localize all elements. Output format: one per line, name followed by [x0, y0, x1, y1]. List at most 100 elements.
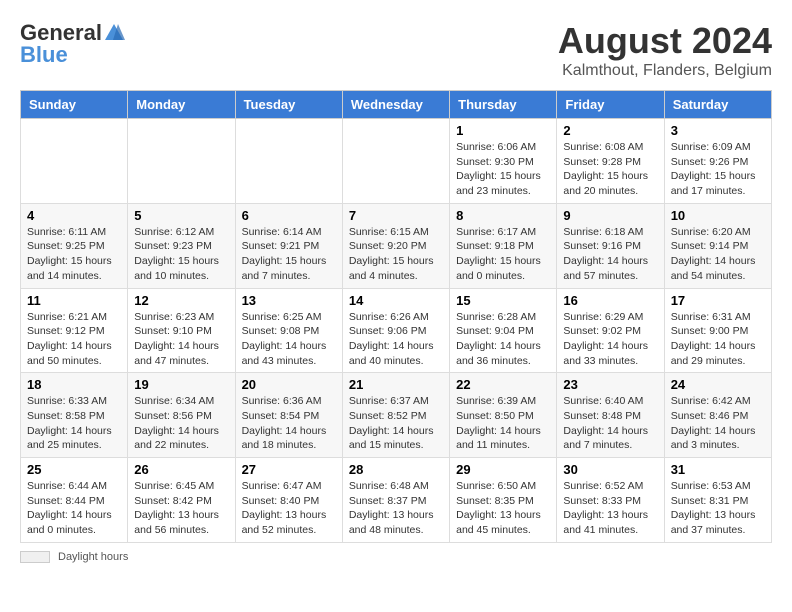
header-sunday: Sunday — [21, 91, 128, 119]
day-number: 21 — [349, 377, 443, 392]
day-number: 18 — [27, 377, 121, 392]
day-info: Sunrise: 6:39 AM Sunset: 8:50 PM Dayligh… — [456, 394, 550, 453]
calendar-cell — [342, 119, 449, 204]
calendar-cell: 22 Sunrise: 6:39 AM Sunset: 8:50 PM Dayli… — [450, 373, 557, 458]
day-info: Sunrise: 6:36 AM Sunset: 8:54 PM Dayligh… — [242, 394, 336, 453]
day-info: Sunrise: 6:25 AM Sunset: 9:08 PM Dayligh… — [242, 310, 336, 369]
day-number: 1 — [456, 123, 550, 138]
day-info: Sunrise: 6:11 AM Sunset: 9:25 PM Dayligh… — [27, 225, 121, 284]
day-info: Sunrise: 6:06 AM Sunset: 9:30 PM Dayligh… — [456, 140, 550, 199]
calendar-cell: 21Sunrise: 6:37 AM Sunset: 8:52 PM Dayli… — [342, 373, 449, 458]
day-info: Sunrise: 6:40 AM Sunset: 8:48 PM Dayligh… — [563, 394, 657, 453]
calendar-cell: 25 Sunrise: 6:44 AM Sunset: 8:44 PM Dayli… — [21, 458, 128, 543]
day-info: Sunrise: 6:18 AM Sunset: 9:16 PM Dayligh… — [563, 225, 657, 284]
day-number: 26 — [134, 462, 228, 477]
calendar-cell: 7 Sunrise: 6:15 AM Sunset: 9:20 PM Daylig… — [342, 203, 449, 288]
day-info: Sunrise: 6:08 AM Sunset: 9:28 PM Dayligh… — [563, 140, 657, 199]
day-info: Sunrise: 6:14 AM Sunset: 9:21 PM Dayligh… — [242, 225, 336, 284]
day-number: 7 — [349, 208, 443, 223]
day-number: 13 — [242, 293, 336, 308]
day-number: 20 — [242, 377, 336, 392]
day-info: Sunrise: 6:44 AM Sunset: 8:44 PM Dayligh… — [27, 479, 121, 538]
calendar-cell: 23 Sunrise: 6:40 AM Sunset: 8:48 PM Dayli… — [557, 373, 664, 458]
day-number: 17 — [671, 293, 765, 308]
header-tuesday: Tuesday — [235, 91, 342, 119]
calendar-cell: 28 Sunrise: 6:48 AM Sunset: 8:37 PM Dayli… — [342, 458, 449, 543]
day-info: Sunrise: 6:42 AM Sunset: 8:46 PM Dayligh… — [671, 394, 765, 453]
day-info: Sunrise: 6:47 AM Sunset: 8:40 PM Dayligh… — [242, 479, 336, 538]
day-info: Sunrise: 6:21 AM Sunset: 9:12 PM Dayligh… — [27, 310, 121, 369]
day-number: 9 — [563, 208, 657, 223]
day-number: 31 — [671, 462, 765, 477]
day-number: 3 — [671, 123, 765, 138]
day-number: 6 — [242, 208, 336, 223]
footer-note: Daylight hours — [20, 551, 772, 563]
calendar-cell: 20 Sunrise: 6:36 AM Sunset: 8:54 PM Dayli… — [235, 373, 342, 458]
calendar-cell — [128, 119, 235, 204]
day-info: Sunrise: 6:34 AM Sunset: 8:56 PM Dayligh… — [134, 394, 228, 453]
calendar-cell: 11Sunrise: 6:21 AM Sunset: 9:12 PM Dayli… — [21, 288, 128, 373]
day-number: 29 — [456, 462, 550, 477]
week-row-2: 11Sunrise: 6:21 AM Sunset: 9:12 PM Dayli… — [21, 288, 772, 373]
calendar-cell: 18 Sunrise: 6:33 AM Sunset: 8:58 PM Dayli… — [21, 373, 128, 458]
calendar-cell: 30 Sunrise: 6:52 AM Sunset: 8:33 PM Dayli… — [557, 458, 664, 543]
day-number: 28 — [349, 462, 443, 477]
day-info: Sunrise: 6:31 AM Sunset: 9:00 PM Dayligh… — [671, 310, 765, 369]
page-header: General Blue August 2024 Kalmthout, Flan… — [20, 20, 772, 80]
day-number: 10 — [671, 208, 765, 223]
calendar-cell — [21, 119, 128, 204]
day-info: Sunrise: 6:15 AM Sunset: 9:20 PM Dayligh… — [349, 225, 443, 284]
calendar-cell: 9 Sunrise: 6:18 AM Sunset: 9:16 PM Daylig… — [557, 203, 664, 288]
title-area: August 2024 Kalmthout, Flanders, Belgium — [558, 20, 772, 80]
day-number: 23 — [563, 377, 657, 392]
day-info: Sunrise: 6:20 AM Sunset: 9:14 PM Dayligh… — [671, 225, 765, 284]
calendar-cell: 8 Sunrise: 6:17 AM Sunset: 9:18 PM Daylig… — [450, 203, 557, 288]
calendar-cell: 17 Sunrise: 6:31 AM Sunset: 9:00 PM Dayli… — [664, 288, 771, 373]
day-number: 4 — [27, 208, 121, 223]
day-number: 25 — [27, 462, 121, 477]
daylight-label: Daylight hours — [58, 551, 128, 563]
day-number: 8 — [456, 208, 550, 223]
week-row-4: 25 Sunrise: 6:44 AM Sunset: 8:44 PM Dayli… — [21, 458, 772, 543]
main-title: August 2024 — [558, 20, 772, 62]
calendar-header-row: SundayMondayTuesdayWednesdayThursdayFrid… — [21, 91, 772, 119]
calendar-cell: 29Sunrise: 6:50 AM Sunset: 8:35 PM Dayli… — [450, 458, 557, 543]
calendar-cell: 6 Sunrise: 6:14 AM Sunset: 9:21 PM Daylig… — [235, 203, 342, 288]
header-wednesday: Wednesday — [342, 91, 449, 119]
daylight-swatch — [20, 551, 50, 563]
calendar-cell: 5Sunrise: 6:12 AM Sunset: 9:23 PM Daylig… — [128, 203, 235, 288]
day-number: 12 — [134, 293, 228, 308]
calendar-table: SundayMondayTuesdayWednesdayThursdayFrid… — [20, 90, 772, 543]
calendar-cell: 26Sunrise: 6:45 AM Sunset: 8:42 PM Dayli… — [128, 458, 235, 543]
day-number: 2 — [563, 123, 657, 138]
day-info: Sunrise: 6:26 AM Sunset: 9:06 PM Dayligh… — [349, 310, 443, 369]
calendar-cell: 19 Sunrise: 6:34 AM Sunset: 8:56 PM Dayli… — [128, 373, 235, 458]
day-number: 16 — [563, 293, 657, 308]
logo: General Blue — [20, 20, 125, 68]
day-number: 19 — [134, 377, 228, 392]
day-info: Sunrise: 6:29 AM Sunset: 9:02 PM Dayligh… — [563, 310, 657, 369]
header-monday: Monday — [128, 91, 235, 119]
day-info: Sunrise: 6:33 AM Sunset: 8:58 PM Dayligh… — [27, 394, 121, 453]
calendar-cell: 14 Sunrise: 6:26 AM Sunset: 9:06 PM Dayli… — [342, 288, 449, 373]
day-number: 22 — [456, 377, 550, 392]
week-row-0: 1 Sunrise: 6:06 AM Sunset: 9:30 PM Daylig… — [21, 119, 772, 204]
day-info: Sunrise: 6:17 AM Sunset: 9:18 PM Dayligh… — [456, 225, 550, 284]
week-row-3: 18 Sunrise: 6:33 AM Sunset: 8:58 PM Dayli… — [21, 373, 772, 458]
logo-blue: Blue — [20, 42, 68, 68]
day-info: Sunrise: 6:23 AM Sunset: 9:10 PM Dayligh… — [134, 310, 228, 369]
day-info: Sunrise: 6:48 AM Sunset: 8:37 PM Dayligh… — [349, 479, 443, 538]
day-number: 14 — [349, 293, 443, 308]
header-saturday: Saturday — [664, 91, 771, 119]
calendar-cell: 15Sunrise: 6:28 AM Sunset: 9:04 PM Dayli… — [450, 288, 557, 373]
calendar-cell: 12 Sunrise: 6:23 AM Sunset: 9:10 PM Dayli… — [128, 288, 235, 373]
day-info: Sunrise: 6:09 AM Sunset: 9:26 PM Dayligh… — [671, 140, 765, 199]
day-info: Sunrise: 6:28 AM Sunset: 9:04 PM Dayligh… — [456, 310, 550, 369]
calendar-cell: 16 Sunrise: 6:29 AM Sunset: 9:02 PM Dayli… — [557, 288, 664, 373]
week-row-1: 4 Sunrise: 6:11 AM Sunset: 9:25 PM Daylig… — [21, 203, 772, 288]
day-number: 30 — [563, 462, 657, 477]
logo-icon — [103, 22, 125, 44]
day-number: 27 — [242, 462, 336, 477]
day-info: Sunrise: 6:52 AM Sunset: 8:33 PM Dayligh… — [563, 479, 657, 538]
day-number: 24 — [671, 377, 765, 392]
